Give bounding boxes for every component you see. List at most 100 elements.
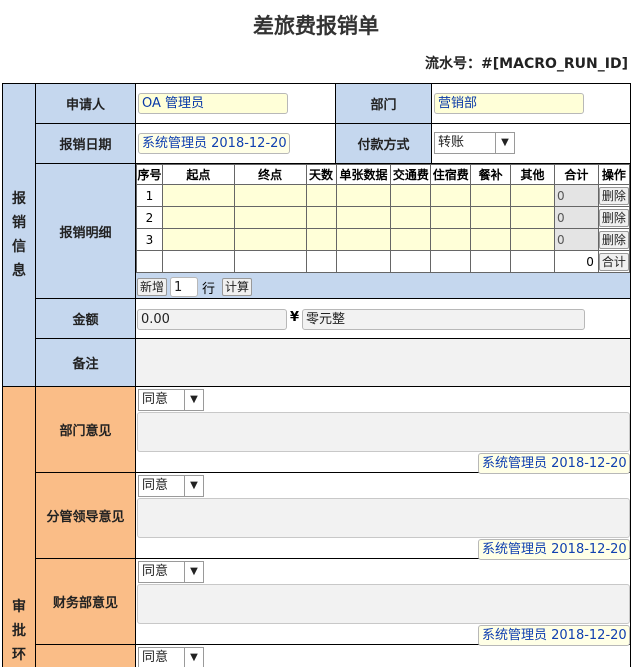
end-input[interactable] bbox=[233, 184, 307, 207]
row-number: 1 bbox=[136, 184, 163, 207]
leader-opinion-cell: 同意 ▼ 系统管理员 2018-12-20 bbox=[136, 473, 631, 560]
sum-button[interactable]: 合计 bbox=[598, 252, 629, 271]
next-opinion-select[interactable]: 同意 ▼ bbox=[138, 647, 204, 667]
delete-row-button[interactable]: 删除 bbox=[598, 230, 629, 249]
table-header-row: 序号 起点 终点 天数 单张数据 交通费 住宿费 餐补 其他 合计 操作 bbox=[136, 164, 631, 185]
table-header: 操作 bbox=[597, 164, 631, 185]
applicant-input[interactable]: OA 管理员 bbox=[138, 93, 288, 114]
table-header: 住宿费 bbox=[430, 164, 472, 185]
table-row: 1 0 删除 bbox=[136, 184, 631, 207]
table-row: 2 0 删除 bbox=[136, 206, 631, 229]
dept-opinion-select[interactable]: 同意 ▼ bbox=[138, 389, 204, 411]
row-number: 2 bbox=[136, 206, 163, 229]
receipts-input[interactable] bbox=[335, 206, 392, 229]
leader-signature: 系统管理员 2018-12-20 bbox=[478, 539, 630, 560]
details-label: 报销明细 bbox=[36, 164, 136, 299]
add-row-button[interactable]: 新增 bbox=[137, 278, 168, 296]
other-input[interactable] bbox=[510, 206, 555, 229]
chevron-down-icon: ▼ bbox=[184, 648, 203, 667]
row-count-input[interactable]: 1 bbox=[170, 277, 198, 297]
dept-opinion-textarea[interactable] bbox=[137, 412, 630, 452]
finance-opinion-textarea[interactable] bbox=[137, 584, 630, 624]
table-header: 单张数据 bbox=[335, 164, 392, 185]
transport-input[interactable] bbox=[390, 206, 432, 229]
start-input[interactable] bbox=[161, 184, 235, 207]
remark-label: 备注 bbox=[36, 339, 136, 387]
days-input[interactable] bbox=[305, 184, 337, 207]
table-header: 合计 bbox=[553, 164, 599, 185]
page-title: 差旅费报销单 bbox=[253, 14, 379, 38]
amount-words-input[interactable]: 零元整 bbox=[302, 309, 585, 330]
table-header: 其他 bbox=[510, 164, 555, 185]
remark-textarea[interactable] bbox=[136, 339, 631, 387]
section-approval-char: 批 bbox=[12, 623, 26, 639]
delete-row-button[interactable]: 删除 bbox=[598, 186, 629, 205]
next-opinion-select-value: 同意 bbox=[142, 650, 169, 665]
days-input[interactable] bbox=[305, 228, 337, 251]
leader-opinion-textarea[interactable] bbox=[137, 498, 630, 538]
leader-opinion-select[interactable]: 同意 ▼ bbox=[138, 475, 204, 497]
leader-opinion-select-value: 同意 bbox=[142, 478, 169, 493]
section-info-label: 报 销 信 息 bbox=[3, 84, 36, 387]
row-number: 3 bbox=[136, 228, 163, 251]
serial-number: 流水号：#[MACRO_RUN_ID] bbox=[425, 56, 628, 72]
table-header: 交通费 bbox=[390, 164, 432, 185]
date-input[interactable]: 系统管理员 2018-12-20 bbox=[138, 133, 290, 154]
dept-opinion-label: 部门意见 bbox=[36, 387, 136, 473]
start-input[interactable] bbox=[161, 206, 235, 229]
sum-total: 0 bbox=[553, 250, 599, 273]
department-input[interactable]: 营销部 bbox=[434, 93, 584, 114]
payment-select-value: 转账 bbox=[438, 135, 465, 150]
section-approval-char: 环 bbox=[12, 647, 26, 663]
table-header: 起点 bbox=[161, 164, 235, 185]
dept-signature: 系统管理员 2018-12-20 bbox=[478, 453, 630, 474]
amount-label: 金额 bbox=[36, 299, 136, 339]
section-info-char: 销 bbox=[12, 215, 26, 231]
finance-opinion-cell: 同意 ▼ 系统管理员 2018-12-20 bbox=[136, 559, 631, 646]
days-input[interactable] bbox=[305, 206, 337, 229]
receipts-input[interactable] bbox=[335, 184, 392, 207]
finance-opinion-select[interactable]: 同意 ▼ bbox=[138, 561, 204, 583]
section-info-char: 息 bbox=[12, 263, 26, 279]
other-input[interactable] bbox=[510, 184, 555, 207]
meal-input[interactable] bbox=[470, 184, 512, 207]
meal-input[interactable] bbox=[470, 228, 512, 251]
start-input[interactable] bbox=[161, 228, 235, 251]
leader-opinion-label: 分管领导意见 bbox=[36, 473, 136, 559]
delete-row-button[interactable]: 删除 bbox=[598, 208, 629, 227]
section-info-char: 报 bbox=[12, 191, 26, 207]
finance-signature: 系统管理员 2018-12-20 bbox=[478, 625, 630, 646]
details-cell: 序号 起点 终点 天数 单张数据 交通费 住宿费 餐补 其他 合计 操作 1 0… bbox=[136, 164, 631, 299]
form-grid: 报 销 信 息 申请人 OA 管理员 部门 营销部 报销日期 系统管理员 201… bbox=[2, 83, 631, 667]
dept-opinion-cell: 同意 ▼ 系统管理员 2018-12-20 bbox=[136, 387, 631, 474]
end-input[interactable] bbox=[233, 228, 307, 251]
transport-input[interactable] bbox=[390, 228, 432, 251]
amount-cell: 0.00 ¥ 零元整 bbox=[136, 299, 631, 339]
lodging-input[interactable] bbox=[430, 206, 472, 229]
calc-button[interactable]: 计算 bbox=[222, 278, 253, 296]
row-total: 0 bbox=[553, 206, 599, 229]
amount-input[interactable]: 0.00 bbox=[137, 309, 287, 330]
finance-opinion-label: 财务部意见 bbox=[36, 559, 136, 645]
payment-select[interactable]: 转账 ▼ bbox=[434, 132, 515, 154]
chevron-down-icon: ▼ bbox=[184, 476, 203, 496]
row-total: 0 bbox=[553, 184, 599, 207]
dept-opinion-select-value: 同意 bbox=[142, 392, 169, 407]
lodging-input[interactable] bbox=[430, 184, 472, 207]
table-header: 终点 bbox=[233, 164, 307, 185]
department-cell: 营销部 bbox=[432, 84, 631, 124]
lodging-input[interactable] bbox=[430, 228, 472, 251]
section-approval-char: 审 bbox=[12, 599, 26, 615]
end-input[interactable] bbox=[233, 206, 307, 229]
table-row: 3 0 删除 bbox=[136, 228, 631, 251]
table-header: 序号 bbox=[136, 164, 163, 185]
receipts-input[interactable] bbox=[335, 228, 392, 251]
other-input[interactable] bbox=[510, 228, 555, 251]
date-label: 报销日期 bbox=[36, 124, 136, 164]
department-label: 部门 bbox=[336, 84, 432, 124]
chevron-down-icon: ▼ bbox=[184, 390, 203, 410]
meal-input[interactable] bbox=[470, 206, 512, 229]
section-approval-label: 审 批 环 bbox=[3, 387, 36, 667]
transport-input[interactable] bbox=[390, 184, 432, 207]
finance-opinion-select-value: 同意 bbox=[142, 564, 169, 579]
